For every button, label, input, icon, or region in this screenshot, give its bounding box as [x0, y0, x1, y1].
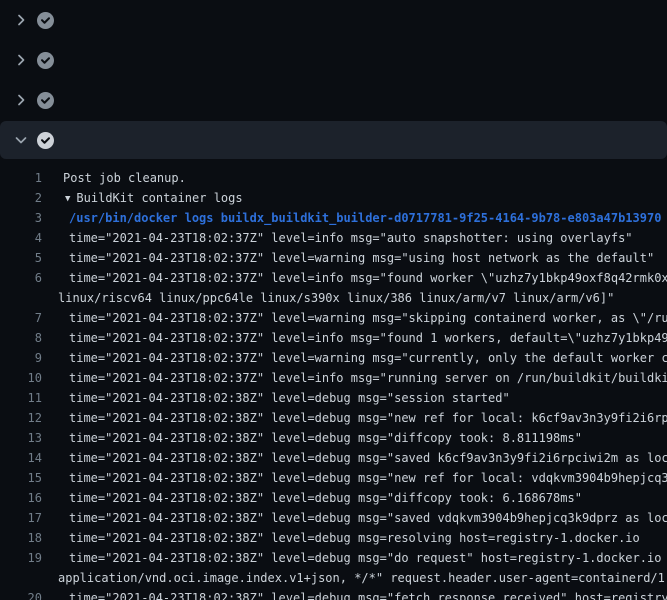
steps-list: [0, 0, 667, 159]
log-line-number[interactable]: 3: [0, 208, 42, 228]
log-text: time="2021-04-23T18:02:38Z" level=debug …: [42, 488, 667, 508]
log-line: 18time="2021-04-23T18:02:38Z" level=debu…: [0, 528, 667, 548]
check-circle-icon: [37, 92, 54, 109]
log-line-number[interactable]: 10: [0, 368, 42, 388]
log-line-number[interactable]: 17: [0, 508, 42, 528]
log-view: 1Post job cleanup.2▼BuildKit container l…: [0, 160, 667, 600]
log-line: 7time="2021-04-23T18:02:37Z" level=warni…: [0, 308, 667, 328]
log-text: time="2021-04-23T18:02:37Z" level=info m…: [42, 228, 667, 248]
log-panel: 1Post job cleanup.2▼BuildKit container l…: [0, 0, 667, 600]
log-line: 4time="2021-04-23T18:02:37Z" level=info …: [0, 228, 667, 248]
log-text: time="2021-04-23T18:02:38Z" level=debug …: [42, 528, 667, 548]
log-line-number[interactable]: 20: [0, 588, 42, 600]
step-row-post-build[interactable]: [0, 80, 667, 120]
log-line: 17time="2021-04-23T18:02:38Z" level=debu…: [0, 508, 667, 528]
log-line-number[interactable]: 1: [0, 168, 42, 188]
log-line: linux/riscv64 linux/ppc64le linux/s390x …: [0, 288, 667, 308]
log-line: 14time="2021-04-23T18:02:38Z" level=debu…: [0, 448, 667, 468]
log-text: Post job cleanup.: [42, 168, 667, 188]
log-line-number[interactable]: 2: [0, 188, 42, 208]
log-line-number[interactable]: 11: [0, 388, 42, 408]
log-line: 15time="2021-04-23T18:02:38Z" level=debu…: [0, 468, 667, 488]
log-command-text: /usr/bin/docker logs buildx_buildkit_bui…: [42, 208, 667, 228]
log-line-number[interactable]: 6: [0, 268, 42, 288]
log-text: time="2021-04-23T18:02:38Z" level=debug …: [42, 468, 667, 488]
log-text: time="2021-04-23T18:02:38Z" level=debug …: [42, 588, 667, 600]
log-line-number[interactable]: 4: [0, 228, 42, 248]
log-line-number[interactable]: 7: [0, 308, 42, 328]
log-text: time="2021-04-23T18:02:38Z" level=debug …: [42, 428, 667, 448]
log-text: time="2021-04-23T18:02:38Z" level=debug …: [42, 408, 667, 428]
log-group-header[interactable]: ▼BuildKit container logs: [42, 188, 667, 208]
log-line: 3/usr/bin/docker logs buildx_buildkit_bu…: [0, 208, 667, 228]
step-row-build[interactable]: [0, 40, 667, 80]
log-line: 10time="2021-04-23T18:02:37Z" level=info…: [0, 368, 667, 388]
step-row-post-set-up-docker-buildx[interactable]: [0, 121, 667, 159]
chevron-right-icon: [13, 12, 29, 28]
log-line: 8time="2021-04-23T18:02:37Z" level=info …: [0, 328, 667, 348]
log-line: 6time="2021-04-23T18:02:37Z" level=info …: [0, 268, 667, 288]
log-text: time="2021-04-23T18:02:38Z" level=debug …: [42, 448, 667, 468]
log-text: linux/riscv64 linux/ppc64le linux/s390x …: [42, 288, 667, 308]
check-circle-icon: [37, 132, 54, 149]
log-line-number: [0, 568, 42, 588]
log-line-number[interactable]: 13: [0, 428, 42, 448]
log-line: 5time="2021-04-23T18:02:37Z" level=warni…: [0, 248, 667, 268]
log-line-number[interactable]: 12: [0, 408, 42, 428]
log-text: time="2021-04-23T18:02:38Z" level=debug …: [42, 388, 667, 408]
log-line: 16time="2021-04-23T18:02:38Z" level=debu…: [0, 488, 667, 508]
step-row-set-up-docker-buildx[interactable]: [0, 0, 667, 40]
log-text: time="2021-04-23T18:02:38Z" level=debug …: [42, 548, 667, 568]
log-text: time="2021-04-23T18:02:37Z" level=info m…: [42, 268, 667, 288]
log-line: 9time="2021-04-23T18:02:37Z" level=warni…: [0, 348, 667, 368]
log-line: application/vnd.oci.image.index.v1+json,…: [0, 568, 667, 588]
log-line: 2▼BuildKit container logs: [0, 188, 667, 208]
log-text: time="2021-04-23T18:02:37Z" level=warnin…: [42, 348, 667, 368]
log-line-number[interactable]: 9: [0, 348, 42, 368]
log-line-number: [0, 288, 42, 308]
log-line-number[interactable]: 8: [0, 328, 42, 348]
log-line-number[interactable]: 16: [0, 488, 42, 508]
log-text: application/vnd.oci.image.index.v1+json,…: [42, 568, 667, 588]
chevron-right-icon: [13, 92, 29, 108]
chevron-down-icon: [13, 132, 29, 148]
log-text: time="2021-04-23T18:02:38Z" level=debug …: [42, 508, 667, 528]
group-toggle-icon: ▼: [65, 189, 70, 208]
log-line-number[interactable]: 19: [0, 548, 42, 568]
log-text: time="2021-04-23T18:02:37Z" level=info m…: [42, 328, 667, 348]
log-line: 11time="2021-04-23T18:02:38Z" level=debu…: [0, 388, 667, 408]
log-line: 12time="2021-04-23T18:02:38Z" level=debu…: [0, 408, 667, 428]
log-line-number[interactable]: 15: [0, 468, 42, 488]
log-text: time="2021-04-23T18:02:37Z" level=warnin…: [42, 308, 667, 328]
check-circle-icon: [37, 52, 54, 69]
log-text: time="2021-04-23T18:02:37Z" level=warnin…: [42, 248, 667, 268]
log-line-number[interactable]: 5: [0, 248, 42, 268]
log-line: 19time="2021-04-23T18:02:38Z" level=debu…: [0, 548, 667, 568]
log-line: 20time="2021-04-23T18:02:38Z" level=debu…: [0, 588, 667, 600]
chevron-right-icon: [13, 52, 29, 68]
log-line: 13time="2021-04-23T18:02:38Z" level=debu…: [0, 428, 667, 448]
log-line-number[interactable]: 14: [0, 448, 42, 468]
log-line-number[interactable]: 18: [0, 528, 42, 548]
log-text: time="2021-04-23T18:02:37Z" level=info m…: [42, 368, 667, 388]
log-line: 1Post job cleanup.: [0, 168, 667, 188]
check-circle-icon: [37, 12, 54, 29]
